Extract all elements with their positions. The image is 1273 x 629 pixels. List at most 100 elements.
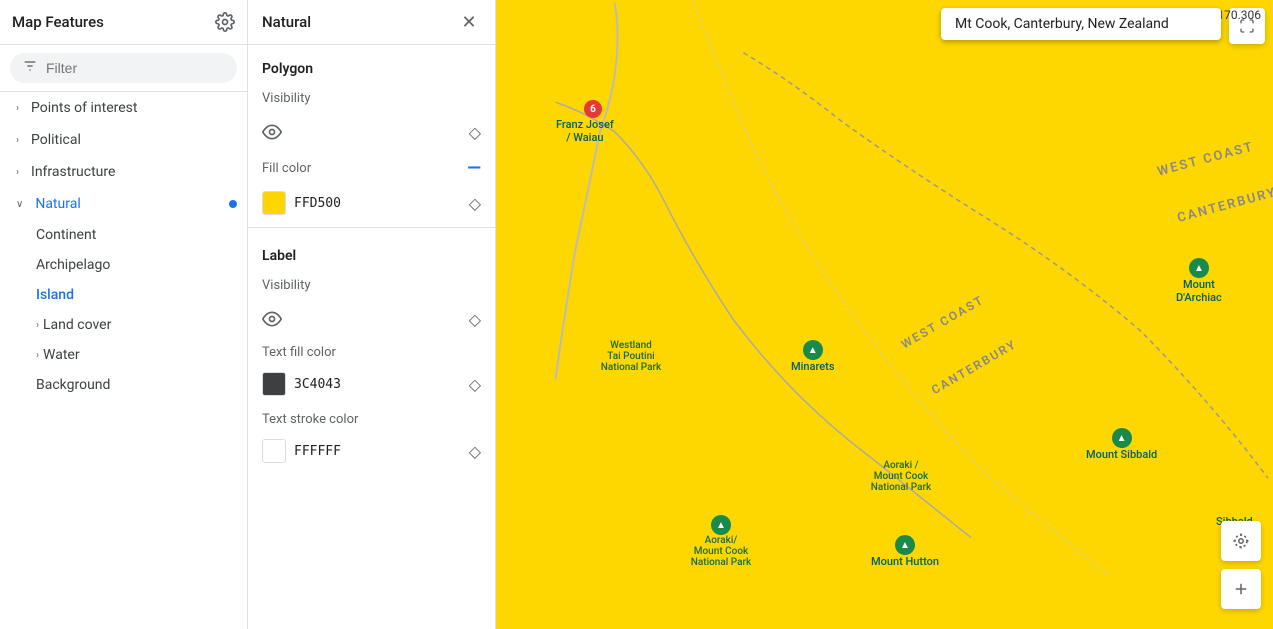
sidebar-subitem-water[interactable]: › Water <box>0 340 247 370</box>
sidebar-subitem-continent[interactable]: Continent <box>0 220 247 250</box>
minarets-label: Minarets <box>791 360 834 373</box>
fill-diamond-icon[interactable]: ◇ <box>469 194 481 213</box>
label-visibility-icons-row: ◇ <box>248 301 495 337</box>
sidebar-subitem-archipelago[interactable]: Archipelago <box>0 250 247 280</box>
sidebar-item-infrastructure[interactable]: › Infrastructure <box>0 156 247 188</box>
label-eye-icon[interactable] <box>262 309 282 329</box>
eye-icon[interactable] <box>262 122 282 142</box>
text-fill-color-code: 3C4043 <box>294 377 341 392</box>
label-diamond-icon[interactable]: ◇ <box>469 310 481 329</box>
subitem-label: Island <box>36 287 74 303</box>
search-bar: Mt Cook, Canterbury, New Zealand <box>941 8 1221 40</box>
divider <box>248 227 495 228</box>
mount-hutton-label: Mount Hutton <box>871 555 939 568</box>
mid-panel-title: Natural <box>262 13 311 31</box>
mount-sibbald-marker: ▲ Mount Sibbald <box>1086 428 1157 461</box>
subitem-label: Background <box>36 377 110 393</box>
subitem-label: Land cover <box>43 317 111 333</box>
minarets-marker: ▲ Minarets <box>791 340 834 373</box>
text-stroke-color-swatch-wrap[interactable]: FFFFFF <box>262 439 341 463</box>
sidebar-item-political[interactable]: › Political <box>0 124 247 156</box>
sidebar-subitem-island[interactable]: Island <box>0 280 247 310</box>
visibility-row: Visibility <box>248 83 495 114</box>
sidebar-subitem-background[interactable]: Background <box>0 370 247 400</box>
mount-darchiac-label: MountD'Archiac <box>1176 278 1222 304</box>
text-stroke-diamond-icon[interactable]: ◇ <box>469 442 481 461</box>
text-stroke-color-row: FFFFFF ◇ <box>248 435 495 471</box>
fill-color-label-row: Fill color — <box>248 150 495 187</box>
sidebar-item-label: Infrastructure <box>31 164 115 180</box>
label-section-title: Label <box>248 232 495 270</box>
search-value: Mt Cook, Canterbury, New Zealand <box>955 16 1169 32</box>
label-visibility-row: Visibility <box>248 270 495 301</box>
minus-icon[interactable]: — <box>467 158 481 179</box>
mount-darchiac-marker: ▲ MountD'Archiac <box>1176 258 1222 304</box>
fill-color-swatch[interactable] <box>262 191 286 215</box>
subitem-label: Water <box>43 347 80 363</box>
zoom-in-button[interactable] <box>1221 569 1261 609</box>
text-fill-color-label-row: Text fill color <box>248 337 495 368</box>
active-dot <box>229 200 237 208</box>
sidebar-header: Map Features <box>0 0 247 45</box>
fill-color-swatch-wrap[interactable]: FFD500 <box>262 191 341 215</box>
sidebar-item-points-of-interest[interactable]: › Points of interest <box>0 92 247 124</box>
text-stroke-color-code: FFFFFF <box>294 444 341 459</box>
left-sidebar: Map Features › Points of interest › P <box>0 0 248 629</box>
filter-input[interactable] <box>46 60 225 76</box>
diamond-icon[interactable]: ◇ <box>469 123 481 142</box>
filter-icon <box>22 58 38 78</box>
red-marker: 6 <box>584 100 602 118</box>
west-coast-label-1: WEST COAST <box>1156 139 1256 179</box>
west-coast-label-2: WEST COAST <box>899 293 987 352</box>
close-button[interactable]: ✕ <box>457 10 481 34</box>
text-fill-color-swatch[interactable] <box>262 372 286 396</box>
polygon-section-title: Polygon <box>248 45 495 83</box>
chevron-right-icon: › <box>16 135 19 146</box>
settings-icon[interactable] <box>215 12 235 32</box>
text-fill-diamond-icon[interactable]: ◇ <box>469 375 481 394</box>
mount-hutton-marker: ▲ Mount Hutton <box>871 535 939 568</box>
filter-wrap[interactable] <box>10 53 237 83</box>
number-marker: 6 <box>584 100 602 118</box>
aoraki-mountain-icon: ▲ <box>711 515 731 535</box>
sidebar-item-label: Natural <box>35 196 80 212</box>
text-stroke-color-label-row: Text stroke color <box>248 404 495 435</box>
minarets-mountain-icon: ▲ <box>803 340 823 360</box>
mount-sibbald-icon: ▲ <box>1112 428 1132 448</box>
visibility-icons-row: ◇ <box>248 114 495 150</box>
aoraki-label-2: Aoraki/Mount CookNational Park <box>676 535 766 568</box>
mount-hutton-icon: ▲ <box>895 535 915 555</box>
chevron-right-icon: › <box>36 350 39 361</box>
mount-sibbald-label: Mount Sibbald <box>1086 448 1157 461</box>
franz-josef-label: Franz Josef/ Waiau <box>556 118 614 144</box>
sidebar-item-natural[interactable]: ∨ Natural <box>0 188 247 220</box>
text-fill-color-label: Text fill color <box>262 345 336 360</box>
chevron-down-icon: ∨ <box>16 199 23 210</box>
aoraki-marker-2: ▲ Aoraki/Mount CookNational Park <box>676 515 766 568</box>
westland-label: WestlandTai PoutiniNational Park <box>586 340 676 373</box>
chevron-right-icon: › <box>16 103 19 114</box>
text-stroke-color-swatch[interactable] <box>262 439 286 463</box>
map-controls <box>1221 521 1261 609</box>
label-visibility-label: Visibility <box>262 278 311 293</box>
mountain-icon: ▲ <box>1189 258 1209 278</box>
fill-color-code: FFD500 <box>294 196 341 211</box>
text-stroke-color-label: Text stroke color <box>262 412 358 427</box>
map-area[interactable]: zoom: 11 lat: -43.503 lng: 170.306 Mt Co… <box>496 0 1273 629</box>
subitem-label: Archipelago <box>36 257 110 273</box>
mid-panel-header: Natural ✕ <box>248 0 495 45</box>
text-fill-color-swatch-wrap[interactable]: 3C4043 <box>262 372 341 396</box>
location-button[interactable] <box>1221 521 1261 561</box>
filter-bar <box>0 45 247 92</box>
chevron-right-icon: › <box>36 320 39 331</box>
sidebar-subitem-land-cover[interactable]: › Land cover <box>0 310 247 340</box>
mid-panel: Natural ✕ Polygon Visibility ◇ Fill colo… <box>248 0 496 629</box>
chevron-right-icon: › <box>16 167 19 178</box>
sidebar-title: Map Features <box>12 13 104 31</box>
canterbury-label-2: CANTERBURY <box>929 337 1019 397</box>
sidebar-item-label: Political <box>31 132 81 148</box>
canterbury-label-1: CANTERBURY <box>1176 185 1273 226</box>
subitem-label: Continent <box>36 227 96 243</box>
aoraki-label-1: Aoraki /Mount CookNational Park <box>856 460 946 493</box>
visibility-label: Visibility <box>262 91 311 106</box>
